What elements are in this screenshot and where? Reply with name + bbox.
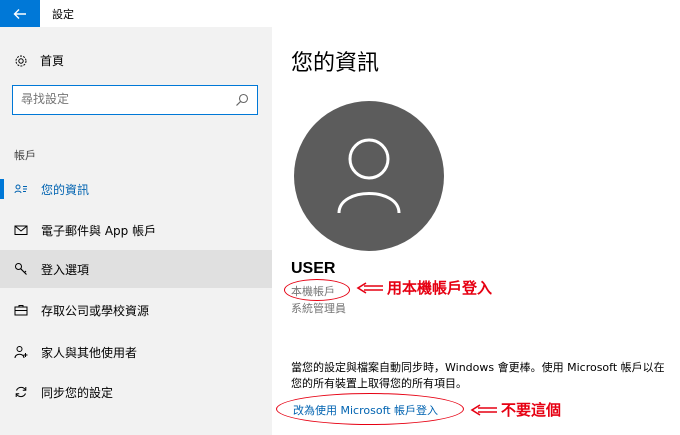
account-role: 系統管理員 [291,302,346,315]
user-silhouette-icon [337,138,401,214]
sidebar-item-label: 存取公司或學校資源 [41,303,150,318]
key-icon [14,262,28,276]
sidebar-item-your-info[interactable]: 您的資訊 [0,170,272,208]
sidebar-item-work-school[interactable]: 存取公司或學校資源 [0,291,272,329]
sidebar-item-family[interactable]: 家人與其他使用者 [0,333,272,371]
annotation-ms-account: 不要這個 [470,399,561,420]
main-content: 您的資訊 USER 本機帳戶 系統管理員 當您的設定與檔案自動同步時，Windo… [272,27,680,435]
back-button[interactable] [0,0,40,27]
sidebar-item-sign-in-options[interactable]: 登入選項 [0,250,272,288]
page-title: 您的資訊 [291,51,380,76]
home-link[interactable]: 首頁 [14,52,64,69]
search-input[interactable] [13,86,223,112]
search-box[interactable] [12,85,258,115]
annotation-local-account: 用本機帳戶登入 [356,277,492,298]
sync-icon [14,385,28,399]
annotation-text: 不要這個 [501,401,562,419]
home-label: 首頁 [40,54,65,68]
search-icon[interactable] [235,93,249,107]
sidebar: 首頁 帳戶 您的資訊 電子郵件與 App 帳戶 [0,27,272,435]
sidebar-item-label: 同步您的設定 [41,385,114,400]
person-add-icon [14,345,28,359]
arrow-left-icon [356,281,383,294]
app-title: 設定 [52,8,74,21]
annotation-circle [284,279,350,301]
sidebar-item-label: 電子郵件與 App 帳戶 [41,223,157,238]
active-indicator [0,179,4,199]
sidebar-item-label: 登入選項 [41,262,90,277]
avatar[interactable] [294,101,444,251]
annotation-text: 用本機帳戶登入 [387,279,493,297]
back-arrow-icon [13,8,26,19]
sidebar-item-email-accounts[interactable]: 電子郵件與 App 帳戶 [0,211,272,249]
annotation-circle [276,393,464,425]
sidebar-item-sync[interactable]: 同步您的設定 [0,373,272,411]
username: USER [291,260,336,277]
sidebar-item-label: 家人與其他使用者 [41,345,138,360]
arrow-left-icon [470,403,497,416]
person-card-icon [14,182,28,196]
sync-description: 當您的設定與檔案自動同步時，Windows 會更棒。使用 Microsoft 帳… [291,361,665,390]
section-label: 帳戶 [14,149,36,162]
mail-icon [14,223,28,237]
gear-icon [15,55,27,66]
title-bar: 設定 [0,0,680,27]
sidebar-item-label: 您的資訊 [41,182,90,197]
briefcase-icon [14,303,28,317]
